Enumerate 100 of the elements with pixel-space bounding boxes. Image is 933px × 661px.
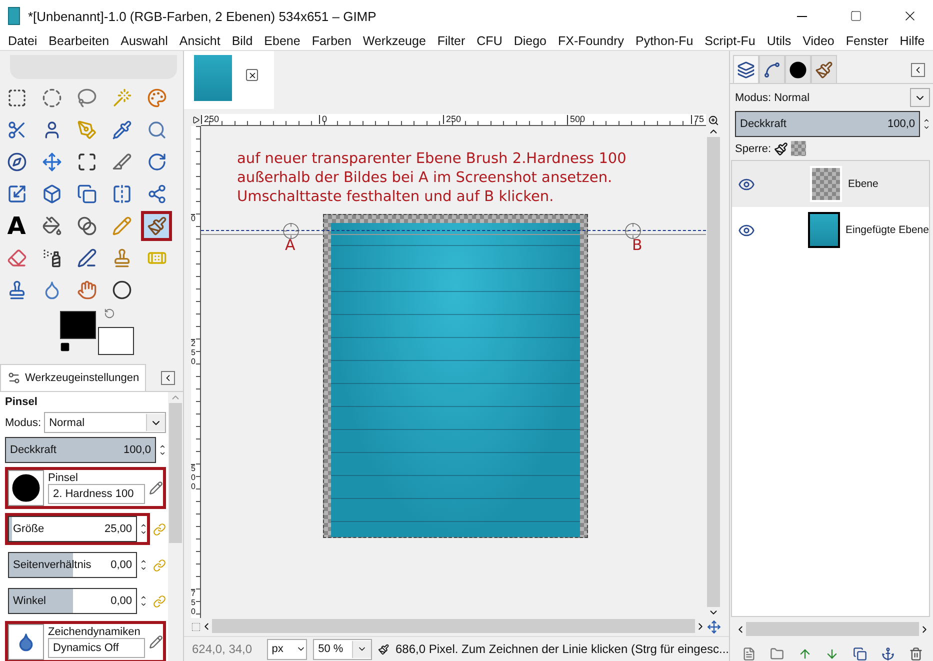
panel-tab[interactable] bbox=[759, 55, 785, 83]
tool-button[interactable] bbox=[141, 211, 172, 241]
move-icon[interactable] bbox=[706, 620, 720, 634]
dynamics-field[interactable]: Dynamics Off bbox=[48, 638, 145, 658]
foreground-color-swatch[interactable] bbox=[60, 311, 96, 339]
slider-value: 25,00 bbox=[104, 523, 132, 535]
zoom-icon[interactable] bbox=[708, 114, 719, 126]
brush-field[interactable]: 2. Hardness 100 bbox=[48, 484, 145, 504]
folder-icon[interactable] bbox=[770, 647, 784, 661]
slider-value: 0,00 bbox=[110, 595, 132, 607]
panel-tab[interactable] bbox=[733, 55, 759, 83]
slider-label: Winkel bbox=[13, 595, 46, 607]
paintbrush-icon bbox=[815, 60, 833, 78]
menu-item[interactable]: Datei bbox=[8, 34, 38, 48]
tool-options-tab[interactable]: Werkzeugeinstellungen bbox=[0, 364, 146, 391]
unit-dropdown[interactable]: px bbox=[266, 638, 308, 660]
raise-icon[interactable] bbox=[798, 647, 812, 661]
lock-pixels-icon[interactable] bbox=[774, 142, 788, 156]
menu-item[interactable]: Werkzeuge bbox=[362, 34, 426, 48]
dynamics-preview[interactable] bbox=[8, 624, 44, 660]
menu-item[interactable]: Script-Fu bbox=[704, 34, 756, 48]
menu-item[interactable]: Diego bbox=[514, 34, 547, 48]
move-icon bbox=[42, 152, 62, 172]
copy-icon bbox=[76, 184, 96, 204]
bucket-icon bbox=[42, 216, 62, 236]
delete-icon[interactable] bbox=[908, 647, 923, 661]
menu-item[interactable]: Fenster bbox=[846, 34, 888, 48]
play-icon[interactable] bbox=[192, 116, 200, 124]
value-slider[interactable]: Seitenverhältnis 0,00 bbox=[8, 552, 137, 578]
menu-item[interactable]: Filter bbox=[437, 34, 466, 48]
menu-item[interactable]: Hilfe bbox=[900, 34, 925, 48]
ruler-label: 500 bbox=[191, 464, 196, 492]
tool-button[interactable]: A bbox=[1, 211, 32, 241]
opacity-slider[interactable]: Deckkraft 100,0 bbox=[735, 111, 920, 137]
app-icon bbox=[8, 7, 20, 25]
pen-tool-icon bbox=[76, 120, 96, 140]
mode-dropdown-button[interactable] bbox=[910, 88, 930, 107]
value-slider[interactable]: Größe 25,00 bbox=[8, 516, 137, 542]
background-color-swatch[interactable] bbox=[98, 327, 134, 355]
menu-item[interactable]: Video bbox=[802, 34, 834, 48]
scissors-icon bbox=[6, 120, 26, 140]
scale-icon bbox=[6, 184, 26, 204]
ruler-label: 250 bbox=[191, 339, 196, 366]
settings-icon bbox=[7, 371, 21, 385]
pen-icon bbox=[76, 248, 96, 268]
mode-label: Modus: bbox=[5, 416, 42, 428]
annotation-text: außerhalb der Bildes bei A im Screenshot ansetzen. bbox=[237, 169, 614, 188]
panel-tab[interactable] bbox=[785, 55, 811, 83]
menu-item[interactable]: Python-Fu bbox=[635, 34, 694, 48]
menu-item[interactable]: Bearbeiten bbox=[48, 34, 110, 48]
value-slider[interactable]: Winkel 0,00 bbox=[8, 588, 137, 614]
circle-icon bbox=[11, 473, 41, 503]
eraser-icon bbox=[6, 248, 26, 268]
dock-menu-button[interactable] bbox=[911, 63, 925, 77]
menu-item[interactable]: Ebene bbox=[264, 34, 300, 48]
menu-item[interactable]: Bild bbox=[232, 34, 253, 48]
image-tab[interactable] bbox=[184, 51, 274, 109]
nodes-icon bbox=[146, 184, 166, 204]
anchor-icon[interactable] bbox=[881, 647, 896, 661]
layer-row[interactable]: Ebene bbox=[732, 161, 929, 207]
opacity-slider[interactable]: Deckkraft 100,0 bbox=[5, 437, 156, 463]
color-picker-icon bbox=[112, 120, 132, 140]
vertical-scrollbar[interactable] bbox=[168, 392, 183, 661]
paintbrush-icon bbox=[378, 642, 390, 656]
layers-icon bbox=[737, 60, 755, 78]
close-button[interactable] bbox=[246, 69, 258, 81]
menu-item[interactable]: Farben bbox=[312, 34, 352, 48]
duplicate-icon[interactable] bbox=[853, 647, 868, 661]
edit-icon[interactable] bbox=[149, 481, 163, 495]
layer-thumbnail bbox=[810, 166, 842, 202]
zoom-dropdown[interactable]: 50 % bbox=[313, 638, 372, 660]
marker-label: B bbox=[632, 236, 642, 254]
align-icon bbox=[76, 152, 96, 172]
box-icon bbox=[42, 184, 62, 204]
lasso-icon bbox=[76, 88, 96, 108]
pointer-coordinates: 624,0, 34,0 bbox=[192, 642, 254, 656]
menu-item[interactable]: Ansicht bbox=[179, 34, 220, 48]
lower-icon[interactable] bbox=[825, 647, 840, 661]
flip-icon bbox=[112, 184, 132, 204]
compass-icon bbox=[6, 152, 26, 172]
menu-item[interactable]: Auswahl bbox=[120, 34, 168, 48]
palette-icon bbox=[146, 88, 166, 108]
menu-item[interactable]: FX-Foundry bbox=[558, 34, 624, 48]
slider-label: Deckkraft bbox=[740, 118, 786, 130]
paths-icon bbox=[763, 60, 781, 78]
swap-icon[interactable] bbox=[104, 308, 115, 319]
ruler-label: 0 bbox=[319, 115, 328, 124]
brush-preview[interactable] bbox=[8, 470, 44, 506]
menu-item[interactable]: CFU bbox=[476, 34, 502, 48]
new-layer-icon[interactable] bbox=[742, 647, 756, 661]
circle-icon bbox=[112, 280, 132, 300]
crosshair-icon bbox=[282, 222, 300, 240]
marker-label: A bbox=[285, 236, 296, 254]
edit-icon[interactable] bbox=[149, 635, 163, 649]
mode-dropdown[interactable]: Normal bbox=[44, 412, 166, 433]
rotate-icon bbox=[146, 152, 166, 172]
reset-colors-icon[interactable] bbox=[60, 342, 70, 352]
dock-menu-button[interactable] bbox=[161, 371, 175, 385]
stamp-icon bbox=[6, 280, 26, 300]
menu-item[interactable]: Utils bbox=[766, 34, 792, 48]
